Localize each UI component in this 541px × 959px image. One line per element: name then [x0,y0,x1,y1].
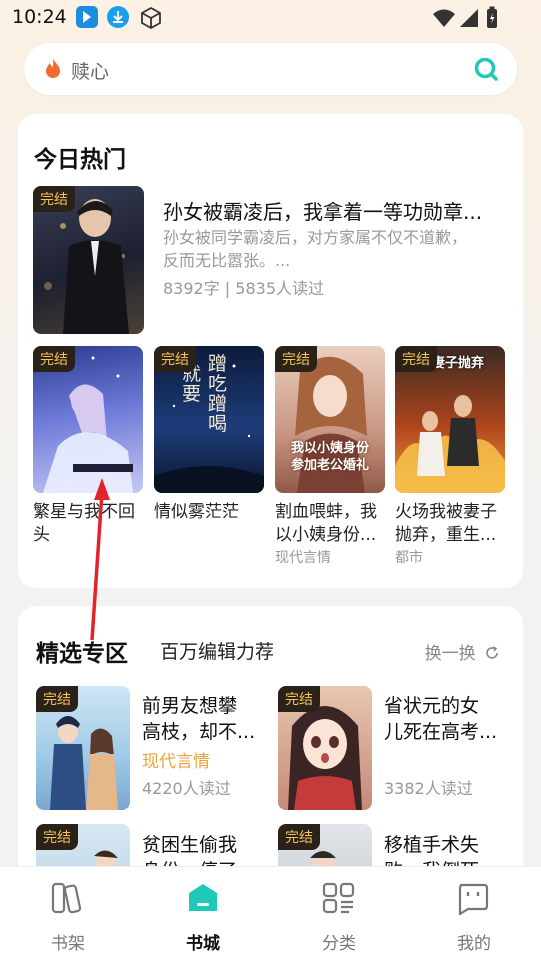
completed-badge: 完结 [278,824,320,850]
refresh-button[interactable]: 换一换 [425,639,499,664]
book-cover[interactable]: 我以小姨身份 参加老公婚礼 完结 [275,346,385,493]
book-cover[interactable]: 完结 [33,346,143,493]
status-time: 10:24 [12,6,67,28]
book-genre: 现代言情 [142,752,210,772]
book-title-line-1[interactable]: 割血喂蚌，我 [275,501,389,524]
search-bar[interactable]: 赎心 [24,43,517,95]
wifi-icon [433,9,455,27]
cover-text: 我以小姨身份 [290,441,369,456]
book-reads: 4220人读过 [142,779,231,798]
tab-category[interactable]: 分类 [289,867,389,959]
category-icon [322,882,355,914]
book-title-line-2[interactable]: 抛弃，重生... [395,524,509,547]
completed-badge: 完结 [36,824,78,850]
section-title: 精选专区 [36,641,128,667]
featured-book-cover[interactable]: 完结 [33,186,144,334]
book-genre: 现代言情 [275,550,331,566]
book-reads: 3382人读过 [384,779,473,798]
status-bar: 10:24 [0,0,541,36]
completed-badge: 完结 [278,686,320,712]
section-title: 今日热门 [34,147,126,173]
battery-icon [487,6,497,28]
book-cover[interactable]: 就要 蹭吃 蹭喝 完结 [154,346,264,493]
signal-icon [460,9,478,27]
featured-section-card: 精选专区 百万编辑力荐 换一换 完结 前男友想攀 高枝，却不... 现代言情 4… [18,606,523,948]
book-title-line-2[interactable]: 高枝，却不... [142,717,255,744]
cover-text: 蹭喝 [208,393,228,435]
bookshelf-icon [51,882,82,914]
cover-text: 蹭吃 [208,353,228,395]
refresh-icon [486,646,498,659]
search-icon[interactable] [473,56,499,82]
section-subtitle: 百万编辑力荐 [160,641,275,663]
book-title-line-1[interactable]: 前男友想攀 [142,691,237,718]
featured-book-desc-2: 反而无比嚣张。... [163,251,291,270]
book-title-line-1[interactable]: 省状元的女 [384,691,479,718]
cover-title-text: 我以小姨身份 参加老公婚礼 [283,440,377,474]
completed-badge: 完结 [395,346,437,372]
download-icon [107,6,129,28]
featured-book-meta: 8392字 | 5835人读过 [163,279,325,298]
book-title-line-1[interactable]: 贫困生偷我 [142,830,237,857]
completed-badge: 完结 [33,186,75,212]
book-title-line-1[interactable]: 移植手术失 [384,830,479,857]
tab-label: 书城 [186,934,220,954]
flame-icon [46,59,60,78]
tab-bookstore[interactable]: 书城 [153,867,253,959]
completed-badge: 完结 [154,346,196,372]
completed-badge: 完结 [275,346,317,372]
bookstore-icon [189,884,217,911]
book-genre: 都市 [395,550,423,566]
tab-label: 我的 [457,934,491,954]
tab-bookshelf[interactable]: 书架 [18,867,118,959]
book-title-line-2[interactable]: 头 [33,524,147,547]
refresh-label: 换一换 [424,644,476,664]
tab-label: 分类 [322,934,356,954]
cube-icon [141,6,161,30]
featured-book-desc-1: 孙女被同学霸凌后，对方家属不仅不道歉， [163,228,468,247]
search-placeholder: 赎心 [71,61,110,83]
app-notification-icon [76,6,98,28]
completed-badge: 完结 [33,346,75,372]
tab-label: 书架 [51,934,85,954]
cover-title-text: 蹭吃 蹭喝 [208,354,228,434]
hot-today-card: 今日热门 完结 孙女被霸凌后，我拿着一等功勋章... 孙女被同学霸凌后，对方家属… [18,114,523,588]
book-cover[interactable]: 完结 [36,686,130,810]
tab-profile[interactable]: 我的 [424,867,524,959]
book-title-line-2[interactable]: 儿死在高考... [384,717,497,744]
book-title-line-1[interactable]: 繁星与我不回 [33,501,147,524]
profile-icon [458,883,489,915]
completed-badge: 完结 [36,686,78,712]
book-title-line-2[interactable]: 以小姨身份... [275,524,389,547]
book-cover[interactable]: 被妻子抛弃 完结 [395,346,505,493]
book-cover[interactable]: 完结 [278,686,372,810]
cover-text: 参加老公婚礼 [290,458,369,473]
featured-book-title[interactable]: 孙女被霸凌后，我拿着一等功勋章... [163,196,482,225]
book-title-line-1[interactable]: 火场我被妻子 [395,501,509,524]
book-title-line-1[interactable]: 情似雾茫茫 [154,501,268,524]
bottom-tab-bar: 书架 书城 分类 我的 [0,866,541,959]
